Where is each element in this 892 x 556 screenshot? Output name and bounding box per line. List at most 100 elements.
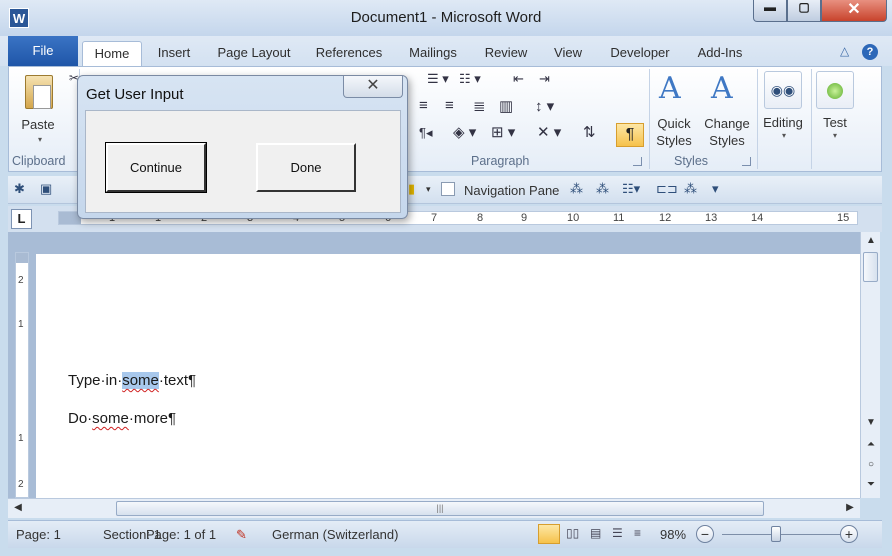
- web-layout-icon[interactable]: ▤: [590, 526, 601, 540]
- vertical-ruler[interactable]: 2 1 1 2: [15, 252, 29, 498]
- status-bar: Page: 1 Section: 1 Page: 1 of 1 ✎ German…: [8, 520, 882, 548]
- paste-dropdown-icon[interactable]: ▾: [35, 135, 45, 144]
- previous-page-icon[interactable]: ⏶: [861, 436, 881, 454]
- draft-view-icon[interactable]: ≡: [634, 526, 641, 540]
- paragraph-2[interactable]: Do·some·more¶: [68, 410, 176, 427]
- continue-button[interactable]: Continue: [105, 142, 207, 193]
- paste-icon[interactable]: [25, 75, 53, 109]
- styles-launcher-icon[interactable]: [742, 157, 751, 166]
- vertical-scroll-thumb[interactable]: [863, 252, 878, 282]
- close-window-button[interactable]: ✕: [821, 0, 887, 22]
- zoom-out-button[interactable]: −: [696, 525, 714, 543]
- help-icon[interactable]: ?: [862, 44, 878, 60]
- list-icon[interactable]: ☷▾: [622, 181, 640, 197]
- link-icon[interactable]: ⊏⊐: [656, 181, 678, 197]
- org-chart-icon[interactable]: ⁂: [596, 181, 609, 197]
- test-dropdown-icon[interactable]: ▾: [828, 131, 842, 140]
- show-marks-button[interactable]: ¶: [616, 123, 644, 147]
- minimize-ribbon-icon[interactable]: △: [837, 43, 853, 59]
- org-chart-icon[interactable]: ⁂: [570, 181, 583, 197]
- minimize-button[interactable]: ▬: [753, 0, 787, 22]
- tab-add-ins[interactable]: Add-Ins: [690, 41, 750, 66]
- status-page-count[interactable]: Page: 1 of 1: [146, 527, 216, 542]
- paste-button-label[interactable]: Paste: [15, 117, 61, 132]
- test-button[interactable]: Test: [814, 115, 856, 130]
- editing-dropdown-icon[interactable]: ▾: [777, 131, 791, 140]
- new-icon[interactable]: ✱: [14, 181, 25, 197]
- vertical-scrollbar[interactable]: ▲ ▼ ⏶ ○ ⏷: [860, 232, 880, 498]
- customize-toolbar-icon[interactable]: ▾: [712, 181, 719, 197]
- dialog-close-button[interactable]: ✕: [343, 76, 403, 98]
- sort-icon[interactable]: ⇅: [583, 123, 596, 141]
- editing-button[interactable]: Editing: [757, 115, 809, 130]
- tab-view[interactable]: View: [546, 41, 590, 66]
- tab-page-layout[interactable]: Page Layout: [210, 41, 298, 66]
- paragraph-launcher-icon[interactable]: [633, 157, 642, 166]
- tab-selector-button[interactable]: L: [11, 209, 32, 229]
- scroll-right-icon[interactable]: ▶: [840, 499, 860, 517]
- decrease-indent-icon[interactable]: ⇤: [513, 71, 524, 87]
- quick-styles-button[interactable]: Quick Styles: [649, 115, 699, 149]
- ruler-number: 13: [705, 212, 718, 224]
- done-button[interactable]: Done: [256, 143, 356, 192]
- status-language[interactable]: German (Switzerland): [272, 527, 398, 542]
- print-layout-view-button[interactable]: [538, 524, 560, 544]
- horizontal-scrollbar[interactable]: ◀ ||| ▶: [8, 498, 860, 518]
- zoom-slider-thumb[interactable]: [771, 526, 781, 542]
- ruler-number: 11: [613, 212, 625, 224]
- zoom-slider[interactable]: [722, 534, 850, 535]
- zoom-level[interactable]: 98%: [660, 527, 686, 542]
- ruler-number: 10: [567, 212, 580, 224]
- maximize-button[interactable]: ▢: [787, 0, 821, 22]
- increase-indent-icon[interactable]: ⇥: [539, 71, 550, 87]
- status-page[interactable]: Page: 1: [16, 527, 61, 542]
- tab-file[interactable]: File: [8, 36, 78, 66]
- scroll-left-icon[interactable]: ◀: [8, 499, 28, 517]
- tab-references[interactable]: References: [308, 41, 390, 66]
- paragraph-1[interactable]: Type·in·some·text¶: [68, 372, 196, 389]
- tab-insert[interactable]: Insert: [150, 41, 198, 66]
- save-icon[interactable]: ▣: [40, 181, 52, 197]
- bullets-icon[interactable]: ☰ ▾: [427, 71, 449, 87]
- change-styles-icon[interactable]: A: [711, 71, 733, 106]
- highlight-icon[interactable]: ▮: [408, 181, 415, 197]
- scroll-down-icon[interactable]: ▼: [861, 414, 881, 432]
- borders-icon[interactable]: ⊞ ▾: [491, 123, 515, 141]
- tab-mailings[interactable]: Mailings: [400, 41, 466, 66]
- zoom-in-button[interactable]: +: [840, 525, 858, 543]
- line-spacing-icon[interactable]: ↕ ▾: [535, 97, 554, 115]
- proofing-icon[interactable]: ✎: [236, 527, 247, 543]
- ruler-number: 14: [751, 212, 764, 224]
- change-styles-button[interactable]: Change Styles: [699, 115, 755, 149]
- tab-review[interactable]: Review: [476, 41, 536, 66]
- test-icon[interactable]: [816, 71, 854, 109]
- navigation-pane-label: Navigation Pane: [464, 183, 560, 198]
- justify-icon[interactable]: ≣: [473, 97, 486, 115]
- browse-object-icon[interactable]: ○: [861, 456, 881, 474]
- org-chart-icon[interactable]: ⁂: [684, 181, 697, 197]
- ruler-margin: [16, 253, 28, 263]
- scroll-up-icon[interactable]: ▲: [861, 232, 881, 250]
- align-center-icon[interactable]: ≡: [419, 97, 428, 114]
- distributed-icon[interactable]: ▥: [499, 97, 513, 115]
- highlight-dropdown-icon[interactable]: ▾: [426, 184, 431, 195]
- editing-icon[interactable]: ◉◉: [764, 71, 802, 109]
- full-screen-reading-icon[interactable]: ▯▯: [566, 526, 579, 540]
- shading-icon[interactable]: ◈ ▾: [453, 123, 476, 141]
- outline-view-icon[interactable]: ☰: [612, 526, 623, 540]
- ruler-number: 8: [477, 212, 484, 224]
- tab-developer[interactable]: Developer: [600, 41, 680, 66]
- rtl-icon[interactable]: ¶◂: [419, 125, 433, 141]
- misspelled-word[interactable]: some: [92, 410, 129, 427]
- document-page[interactable]: Type·in·some·text¶ Do·some·more¶: [36, 254, 860, 498]
- asian-layout-icon[interactable]: ✕ ▾: [537, 123, 561, 141]
- numbering-icon[interactable]: ☷ ▾: [459, 71, 481, 87]
- next-page-icon[interactable]: ⏷: [861, 476, 881, 494]
- navigation-pane-checkbox[interactable]: [441, 182, 455, 196]
- horizontal-scroll-thumb[interactable]: |||: [116, 501, 764, 516]
- quick-styles-icon[interactable]: A: [659, 71, 681, 106]
- align-right-icon[interactable]: ≡: [445, 97, 454, 114]
- tab-home[interactable]: Home: [82, 41, 142, 66]
- ruler-number: 1: [18, 319, 24, 330]
- selected-text[interactable]: some: [122, 372, 159, 389]
